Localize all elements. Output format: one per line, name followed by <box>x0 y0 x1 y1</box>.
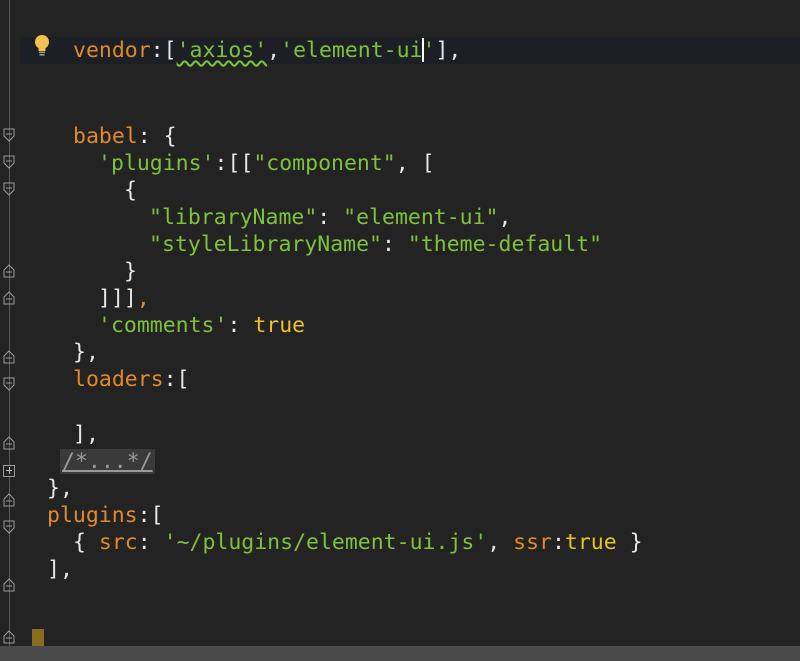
code-token: ' <box>422 38 436 63</box>
code-editor[interactable]: vendor:['axios','element-ui'], babel: {'p… <box>0 0 800 661</box>
code-token: : <box>551 530 565 555</box>
expand-fold-icon[interactable] <box>3 465 15 477</box>
code-token: plugins <box>47 503 138 528</box>
code-token: true <box>564 530 617 555</box>
code-token: ssr <box>513 530 552 555</box>
code-line-style-library-name[interactable]: "styleLibraryName": "theme-default" <box>149 231 602 258</box>
fold-arrow-icon[interactable] <box>3 520 15 534</box>
code-line-vendor[interactable]: vendor:['axios','element-ui'], <box>73 37 461 64</box>
code-line-close-brackets[interactable]: ]]], <box>98 285 150 312</box>
code-line-close-plugins[interactable]: ], <box>47 556 73 583</box>
code-line-close-babel[interactable]: }, <box>73 339 99 366</box>
code-line-plugins-key[interactable]: 'plugins':[["component", [ <box>98 150 435 177</box>
code-token: ], <box>435 38 462 63</box>
code-token: 'axios' <box>176 38 268 63</box>
code-token: "element-ui" <box>343 205 499 230</box>
code-token: ], <box>47 557 73 582</box>
code-token: "component" <box>253 151 396 176</box>
unfold-arrow-icon[interactable] <box>3 630 15 644</box>
code-line-plugins[interactable]: plugins:[ <box>47 502 164 529</box>
code-line-library-name[interactable]: "libraryName": "element-ui", <box>149 204 511 231</box>
code-token: :[ <box>137 503 164 528</box>
unfold-arrow-icon[interactable] <box>3 493 15 507</box>
code-token: true <box>253 313 306 338</box>
unfold-arrow-icon[interactable] <box>3 436 15 450</box>
code-line-close-loaders[interactable]: ], <box>73 421 99 448</box>
code-token: , <box>498 205 512 230</box>
code-token: 'comments' <box>98 313 228 338</box>
unfold-arrow-icon[interactable] <box>3 578 15 592</box>
code-line-close-brace[interactable]: } <box>124 258 137 285</box>
code-token: :[ <box>150 38 177 63</box>
code-token: :[ <box>163 367 190 392</box>
code-token: { <box>124 178 137 203</box>
code-line-folded-comment[interactable]: /*...*/ <box>60 448 155 475</box>
code-token: , [ <box>395 151 435 176</box>
code-token: 'plugins' <box>98 151 215 176</box>
code-token: :[[ <box>214 151 254 176</box>
code-token: /*...*/ <box>60 449 155 474</box>
unfold-arrow-icon[interactable] <box>3 264 15 278</box>
editor-bottom-bar <box>0 646 800 661</box>
code-token: } <box>616 530 643 555</box>
code-token: '~/plugins/element-ui.js' <box>163 530 488 555</box>
code-token: }, <box>73 340 99 365</box>
editor-gutter <box>0 0 20 661</box>
fold-arrow-icon[interactable] <box>3 182 15 196</box>
fold-arrow-icon[interactable] <box>3 128 15 142</box>
code-token: ]]] <box>98 286 137 311</box>
fold-arrow-icon[interactable] <box>3 155 15 169</box>
code-token: "theme-default" <box>407 232 603 257</box>
unfold-arrow-icon[interactable] <box>3 350 15 364</box>
gutter-divider <box>9 0 10 661</box>
code-token: , <box>136 286 150 311</box>
code-token: loaders <box>73 367 164 392</box>
code-token: "styleLibraryName" <box>149 232 382 257</box>
code-token: ], <box>73 422 99 447</box>
code-token: }, <box>47 476 73 501</box>
code-line-comments[interactable]: 'comments': true <box>98 312 305 339</box>
code-token: : <box>317 205 344 230</box>
code-token: src <box>98 530 138 555</box>
code-token: , <box>487 530 514 555</box>
code-token: vendor <box>73 38 151 63</box>
code-token: { <box>73 530 99 555</box>
code-token: : <box>137 530 164 555</box>
unfold-arrow-icon[interactable] <box>3 291 15 305</box>
code-line-loaders[interactable]: loaders:[ <box>73 366 190 393</box>
fold-arrow-icon[interactable] <box>3 377 15 391</box>
code-token: : { <box>137 124 177 149</box>
code-token: 'element-ui <box>280 38 423 63</box>
code-line-open-brace[interactable]: { <box>124 177 137 204</box>
code-line-plugin-entry[interactable]: { src: '~/plugins/element-ui.js', ssr:tr… <box>73 529 643 556</box>
code-line-close-build[interactable]: }, <box>47 475 73 502</box>
code-token: : <box>382 232 408 257</box>
code-token: } <box>124 259 137 284</box>
lightbulb-icon[interactable] <box>32 33 52 57</box>
code-token: babel <box>73 124 138 149</box>
code-token: , <box>267 38 281 63</box>
code-token: "libraryName" <box>149 205 318 230</box>
code-token: : <box>227 313 254 338</box>
code-line-babel[interactable]: babel: { <box>73 123 177 150</box>
